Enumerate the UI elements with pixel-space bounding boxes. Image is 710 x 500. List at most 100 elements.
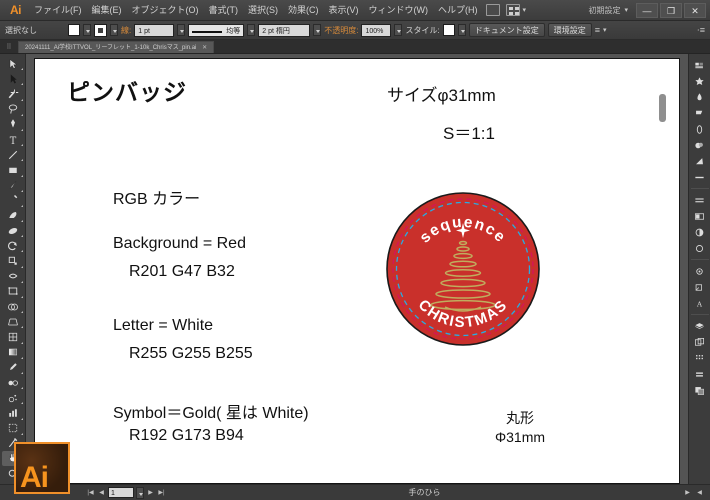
tool-free-transform[interactable]: [2, 284, 24, 299]
tool-shape-builder[interactable]: [2, 299, 24, 314]
workspace-caret-icon[interactable]: ▾: [624, 6, 628, 14]
tool-blob-brush[interactable]: [2, 208, 24, 223]
workspace-switcher[interactable]: 初期設定: [588, 5, 620, 16]
control-bar-menu-icon[interactable]: ≡: [595, 25, 600, 35]
graphic-style-caret-icon[interactable]: [457, 24, 466, 36]
panel-color-icon[interactable]: [691, 57, 709, 73]
artboard-number-field[interactable]: 1: [108, 487, 134, 498]
tool-rectangle[interactable]: [2, 162, 24, 177]
panel-color-themes-icon[interactable]: [691, 240, 709, 256]
tool-symbol-sprayer[interactable]: [2, 390, 24, 405]
tool-artboard[interactable]: [2, 421, 24, 436]
tool-type[interactable]: T: [2, 132, 24, 147]
menu-select[interactable]: 選択(S): [243, 0, 283, 21]
document-tab[interactable]: 20241111_Ai学校ITTVOL_リーフレット_1-10k_Chrisマス…: [18, 40, 215, 53]
menu-effect[interactable]: 効果(C): [283, 0, 324, 21]
canvas-area[interactable]: ピンバッジ サイズφ31mm S＝1:1 RGB カラー Background …: [26, 54, 688, 484]
panel-appearance-icon[interactable]: [691, 192, 709, 208]
artboard-next-button[interactable]: ▶: [146, 489, 155, 496]
artboard-number-caret-icon[interactable]: [136, 486, 144, 499]
fill-swatch-caret-icon[interactable]: [83, 24, 91, 36]
panel-paragraph-icon[interactable]: [691, 279, 709, 295]
tool-mesh[interactable]: [2, 329, 24, 344]
menu-object[interactable]: オブジェクト(O): [127, 0, 204, 21]
panel-pathfinder-icon[interactable]: [691, 382, 709, 398]
current-tool-status[interactable]: 手のひら: [168, 487, 681, 498]
stroke-profile-field[interactable]: 均等: [188, 23, 245, 37]
panel-gradient-icon[interactable]: [691, 153, 709, 169]
stroke-profile-caret-icon[interactable]: [247, 24, 256, 36]
tool-paintbrush[interactable]: [2, 178, 24, 193]
menu-window[interactable]: ウィンドウ(W): [364, 0, 434, 21]
stroke-weight-field[interactable]: 1 pt: [134, 23, 175, 37]
tool-blend[interactable]: [2, 375, 24, 390]
opacity-caret-icon[interactable]: [394, 24, 403, 36]
panel-color-guide-icon[interactable]: [691, 73, 709, 89]
panel-stroke-icon[interactable]: [691, 137, 709, 153]
tool-rotate[interactable]: [2, 238, 24, 253]
pin-badge-artwork[interactable]: sequence CHRISTMAS: [383, 189, 543, 349]
panel-layers-icon[interactable]: [691, 318, 709, 334]
tool-column-graph[interactable]: [2, 405, 24, 420]
menu-type[interactable]: 書式(T): [204, 0, 244, 21]
document-tab-close-icon[interactable]: ✕: [202, 45, 207, 51]
panel-type-icon[interactable]: A: [691, 295, 709, 311]
panel-align-icon[interactable]: [691, 350, 709, 366]
tool-lasso[interactable]: [2, 102, 24, 117]
menu-edit[interactable]: 編集(E): [87, 0, 127, 21]
menu-help[interactable]: ヘルプ(H): [433, 0, 483, 21]
artboard-prev-button[interactable]: ◀: [97, 489, 106, 496]
menu-view[interactable]: 表示(V): [324, 0, 364, 21]
scale-annotation: S＝1:1: [443, 124, 495, 143]
artboard[interactable]: ピンバッジ サイズφ31mm S＝1:1 RGB カラー Background …: [34, 58, 680, 484]
panel-character-icon[interactable]: [691, 263, 709, 279]
bridge-icon[interactable]: [485, 4, 500, 16]
brush-definition-caret-icon[interactable]: [313, 24, 322, 36]
arrange-caret-icon[interactable]: ▾: [523, 6, 527, 14]
control-bar-caret-icon[interactable]: ▾: [603, 26, 607, 34]
artboard-first-button[interactable]: |◀: [86, 489, 95, 496]
status-scroll-left-icon[interactable]: ◀: [695, 489, 704, 496]
control-bar: 選択なし 線: 1 pt 均等 2 pt 楕円 不透明度: 100% スタイル:…: [0, 21, 710, 40]
status-scroll-right-icon[interactable]: ▶: [683, 489, 692, 496]
graphic-style-swatch[interactable]: [442, 24, 455, 36]
preferences-button[interactable]: 環境設定: [547, 23, 592, 37]
stroke-color-swatch[interactable]: [94, 23, 107, 37]
panel-symbols-icon[interactable]: [691, 121, 709, 137]
tool-direct-selection[interactable]: [2, 71, 24, 86]
panel-transparency-icon[interactable]: [691, 169, 709, 185]
panel-transform-icon[interactable]: [691, 366, 709, 382]
stroke-weight-caret-icon[interactable]: [177, 24, 186, 36]
tool-perspective-grid[interactable]: [2, 314, 24, 329]
tool-line-segment[interactable]: [2, 147, 24, 162]
panel-image-trace-icon[interactable]: [691, 224, 709, 240]
opacity-field[interactable]: 100%: [361, 23, 392, 37]
artboard-last-button[interactable]: ▶|: [157, 489, 166, 496]
window-minimize-button[interactable]: —: [636, 2, 658, 18]
panel-swatches-icon[interactable]: [691, 89, 709, 105]
window-close-button[interactable]: ✕: [684, 2, 706, 18]
tool-eraser[interactable]: [2, 223, 24, 238]
window-maximize-button[interactable]: ❐: [660, 2, 682, 18]
tool-eyedropper[interactable]: [2, 360, 24, 375]
tool-pencil[interactable]: [2, 193, 24, 208]
panel-brushes-icon[interactable]: [691, 105, 709, 121]
tool-width[interactable]: [2, 269, 24, 284]
stroke-swatch-caret-icon[interactable]: [110, 24, 118, 36]
fill-color-swatch[interactable]: [68, 24, 80, 36]
tool-gradient[interactable]: [2, 345, 24, 360]
tool-selection[interactable]: [2, 56, 24, 71]
document-setup-button[interactable]: ドキュメント設定: [468, 23, 545, 37]
panel-graphic-styles-icon[interactable]: [691, 208, 709, 224]
canvas-vertical-scrollbar[interactable]: [659, 94, 666, 122]
arrange-documents-icon[interactable]: [505, 4, 520, 16]
tabbar-grip-icon[interactable]: ⠿: [0, 43, 18, 51]
document-tab-bar: ⠿ 20241111_Ai学校ITTVOL_リーフレット_1-10k_Chris…: [0, 40, 710, 54]
brush-definition-field[interactable]: 2 pt 楕円: [258, 23, 311, 37]
panel-artboards-icon[interactable]: [691, 334, 709, 350]
tool-pen[interactable]: [2, 117, 24, 132]
menu-file[interactable]: ファイル(F): [29, 0, 87, 21]
tool-magic-wand[interactable]: [2, 86, 24, 101]
control-bar-overflow-icon[interactable]: ⋅≡: [697, 25, 705, 36]
tool-scale[interactable]: [2, 253, 24, 268]
